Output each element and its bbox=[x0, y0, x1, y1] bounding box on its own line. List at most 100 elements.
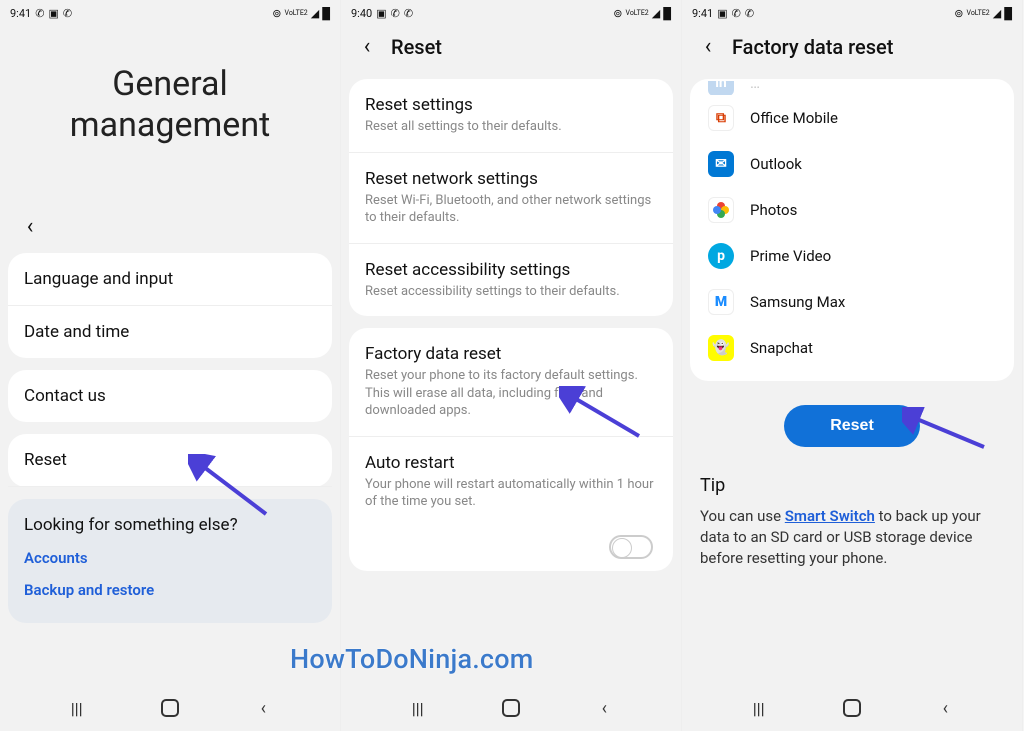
gallery-icon: ▣ bbox=[48, 8, 58, 19]
gallery-icon: ▣ bbox=[717, 8, 727, 19]
gallery-icon: ▣ bbox=[376, 8, 386, 19]
reset-options-list: Reset settings Reset all settings to the… bbox=[349, 79, 673, 316]
item-sublabel: Reset all settings to their defaults. bbox=[365, 118, 657, 136]
item-sublabel: Reset accessibility settings to their de… bbox=[365, 283, 657, 301]
back-button[interactable]: ‹ bbox=[934, 697, 956, 719]
item-sublabel: Reset your phone to its factory default … bbox=[365, 367, 657, 420]
prime-video-icon: p bbox=[708, 243, 734, 269]
navigation-bar: ||| ‹ bbox=[341, 685, 681, 731]
recents-button[interactable]: ||| bbox=[407, 697, 429, 719]
back-icon[interactable]: ‹ bbox=[696, 34, 720, 59]
accounts-link[interactable]: Accounts bbox=[24, 549, 316, 567]
app-name-label: Samsung Max bbox=[750, 293, 845, 311]
app-list[interactable]: in … ⧉ Office Mobile ✉ Outlook Photos p … bbox=[690, 79, 1014, 381]
samsung-max-icon: M bbox=[708, 289, 734, 315]
reset-button-container: Reset bbox=[682, 387, 1022, 457]
settings-list: Language and input Date and time bbox=[8, 253, 332, 358]
smart-switch-link[interactable]: Smart Switch bbox=[785, 507, 875, 525]
screen-general-management: 9:41 ✆ ▣ ✆ ⊚ VoLTE2 ◢ █ General manageme… bbox=[0, 0, 341, 731]
page-title: General management bbox=[20, 64, 320, 146]
reset-settings-item[interactable]: Reset settings Reset all settings to the… bbox=[349, 79, 673, 153]
back-icon[interactable]: ‹ bbox=[355, 34, 379, 59]
wifi-icon: ⊚ bbox=[272, 8, 281, 19]
list-item: 👻 Snapchat bbox=[690, 325, 1014, 371]
app-name-label: Photos bbox=[750, 201, 797, 219]
volte-icon: VoLTE2 bbox=[967, 10, 990, 17]
item-label: Reset accessibility settings bbox=[365, 260, 657, 280]
tip-text-pre: You can use bbox=[700, 507, 785, 525]
list-item: p Prime Video bbox=[690, 233, 1014, 279]
whatsapp-icon: ✆ bbox=[745, 8, 754, 19]
reset-item[interactable]: Reset bbox=[8, 434, 332, 487]
item-sublabel: Reset Wi-Fi, Bluetooth, and other networ… bbox=[365, 192, 657, 227]
reset-network-item[interactable]: Reset network settings Reset Wi-Fi, Blue… bbox=[349, 153, 673, 244]
office-icon: ⧉ bbox=[708, 105, 734, 131]
app-name-label: … bbox=[750, 81, 760, 92]
page-header: ‹ Factory data reset bbox=[682, 24, 1022, 73]
factory-reset-group: Factory data reset Reset your phone to i… bbox=[349, 328, 673, 571]
date-and-time-item[interactable]: Date and time bbox=[8, 306, 332, 358]
back-button[interactable]: ‹ bbox=[252, 697, 274, 719]
looking-title: Looking for something else? bbox=[24, 515, 316, 535]
tip-text: You can use Smart Switch to back up your… bbox=[700, 506, 1004, 569]
list-item: in … bbox=[690, 81, 1014, 95]
screen-factory-data-reset: 9:41 ▣ ✆ ✆ ⊚ VoLTE2 ◢ █ ‹ Factory data r… bbox=[682, 0, 1023, 731]
back-button[interactable]: ‹ bbox=[593, 697, 615, 719]
status-right: ⊚ VoLTE2 ◢ █ bbox=[954, 8, 1012, 19]
navigation-bar: ||| ‹ bbox=[682, 685, 1022, 731]
status-left: 9:41 ▣ ✆ ✆ bbox=[692, 7, 754, 20]
language-and-input-item[interactable]: Language and input bbox=[8, 253, 332, 306]
navigation-bar: ||| ‹ bbox=[0, 685, 340, 731]
volte-icon: VoLTE2 bbox=[626, 10, 649, 17]
item-label: Language and input bbox=[24, 269, 316, 289]
factory-data-reset-item[interactable]: Factory data reset Reset your phone to i… bbox=[349, 328, 673, 437]
auto-restart-toggle[interactable] bbox=[609, 535, 653, 559]
tip-section: Tip You can use Smart Switch to back up … bbox=[682, 457, 1022, 587]
whatsapp-icon: ✆ bbox=[732, 8, 741, 19]
signal-icon: ◢ bbox=[993, 8, 1001, 19]
status-time: 9:41 bbox=[692, 7, 713, 20]
signal-icon: ◢ bbox=[311, 8, 319, 19]
photos-icon bbox=[708, 197, 734, 223]
auto-restart-item[interactable]: Auto restart Your phone will restart aut… bbox=[349, 437, 673, 527]
signal-icon: ◢ bbox=[652, 8, 660, 19]
snapchat-icon: 👻 bbox=[708, 335, 734, 361]
list-item: ✉ Outlook bbox=[690, 141, 1014, 187]
screen-reset: 9:40 ▣ ✆ ✆ ⊚ VoLTE2 ◢ █ ‹ Reset Reset se… bbox=[341, 0, 682, 731]
recents-button[interactable]: ||| bbox=[66, 697, 88, 719]
battery-icon: █ bbox=[663, 8, 671, 19]
whatsapp-icon: ✆ bbox=[35, 8, 44, 19]
whatsapp-icon: ✆ bbox=[63, 8, 72, 19]
home-button[interactable] bbox=[841, 697, 863, 719]
looking-for-section: Looking for something else? Accounts Bac… bbox=[8, 499, 332, 623]
recents-button[interactable]: ||| bbox=[748, 697, 770, 719]
status-right: ⊚ VoLTE2 ◢ █ bbox=[272, 8, 330, 19]
whatsapp-icon: ✆ bbox=[391, 8, 400, 19]
list-item: Photos bbox=[690, 187, 1014, 233]
wifi-icon: ⊚ bbox=[613, 8, 622, 19]
item-label: Reset bbox=[24, 450, 316, 470]
outlook-icon: ✉ bbox=[708, 151, 734, 177]
home-button[interactable] bbox=[500, 697, 522, 719]
battery-icon: █ bbox=[322, 8, 330, 19]
page-header: ‹ Reset bbox=[341, 24, 681, 73]
item-sublabel: Your phone will restart automatically wi… bbox=[365, 476, 657, 511]
backup-restore-link[interactable]: Backup and restore bbox=[24, 581, 316, 599]
item-label: Reset network settings bbox=[365, 169, 657, 189]
page-title: Reset bbox=[391, 35, 442, 59]
status-time: 9:40 bbox=[351, 7, 372, 20]
home-button[interactable] bbox=[159, 697, 181, 719]
settings-list: Reset bbox=[8, 434, 332, 487]
item-label: Reset settings bbox=[365, 95, 657, 115]
app-name-label: Office Mobile bbox=[750, 109, 838, 127]
contact-us-item[interactable]: Contact us bbox=[8, 370, 332, 422]
reset-accessibility-item[interactable]: Reset accessibility settings Reset acces… bbox=[349, 244, 673, 317]
status-time: 9:41 bbox=[10, 7, 31, 20]
wifi-icon: ⊚ bbox=[954, 8, 963, 19]
item-label: Auto restart bbox=[365, 453, 657, 473]
reset-button[interactable]: Reset bbox=[784, 405, 920, 447]
back-icon[interactable]: ‹ bbox=[18, 214, 42, 239]
page-header: General management bbox=[0, 24, 340, 206]
whatsapp-icon: ✆ bbox=[404, 8, 413, 19]
settings-list: Contact us bbox=[8, 370, 332, 422]
